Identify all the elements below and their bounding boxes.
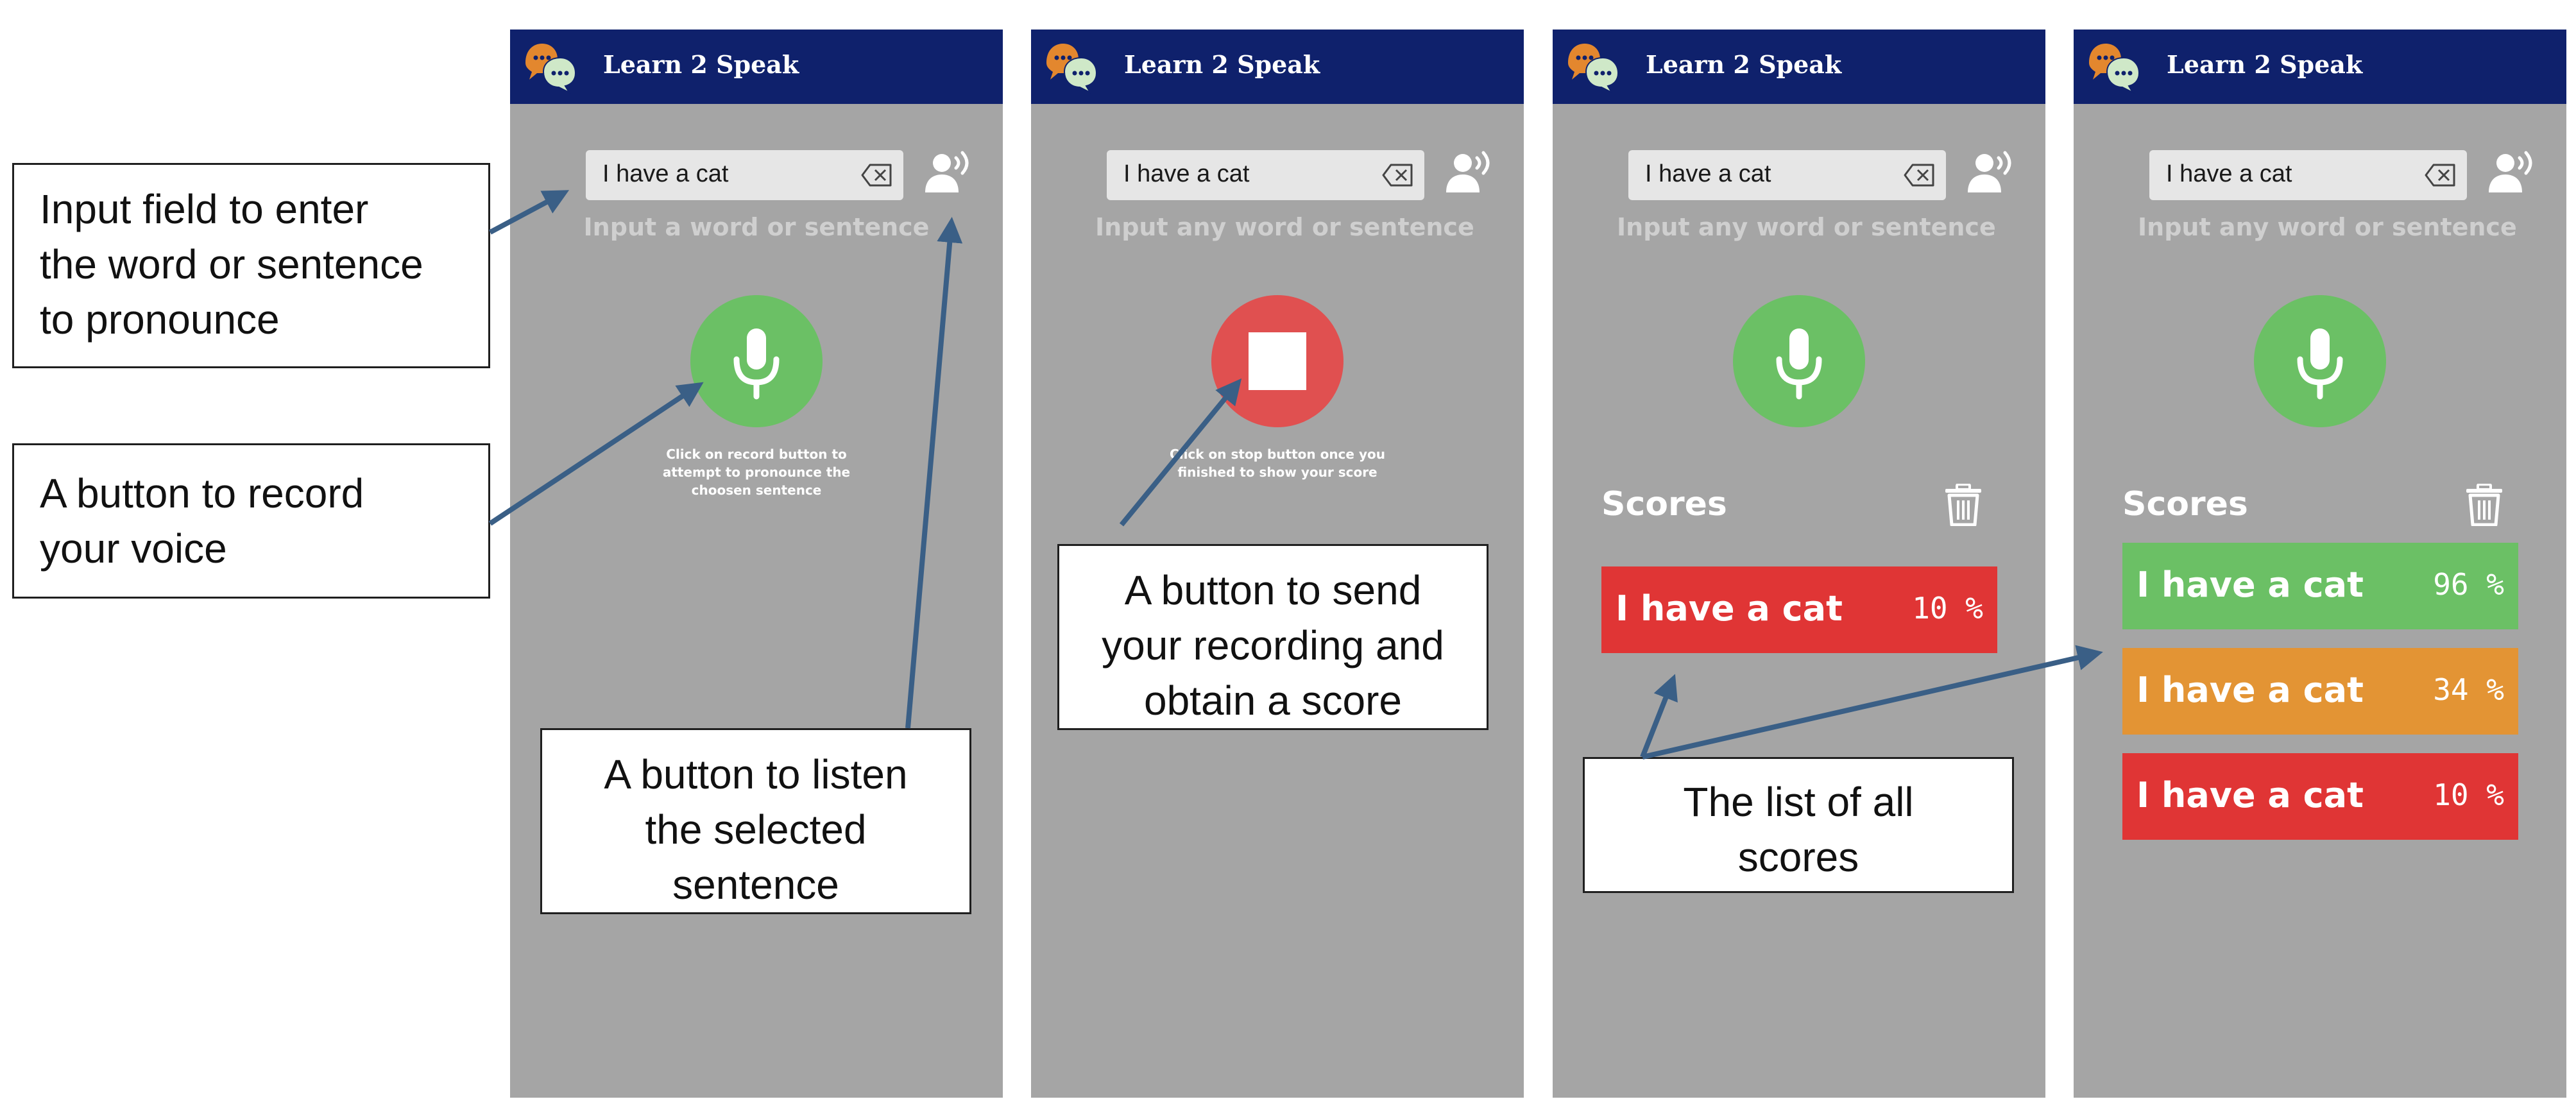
record-button[interactable] — [2254, 295, 2386, 427]
listen-speaker-icon[interactable] — [924, 150, 975, 196]
callout-line: A button to record — [40, 470, 364, 516]
score-row: I have a cat 10 % — [2122, 753, 2518, 840]
score-row: I have a cat 34 % — [2122, 648, 2518, 735]
stop-icon — [1249, 332, 1306, 390]
callout-record-button: A button to record your voice — [12, 443, 490, 599]
callout-line: The list of all — [1683, 779, 1914, 825]
input-hint: Input a word or sentence — [583, 213, 930, 241]
sentence-input-value[interactable]: I have a cat — [2166, 160, 2292, 188]
score-value: 96 % — [2433, 567, 2504, 602]
app-header: Learn 2 Speak — [2074, 30, 2566, 104]
stop-instruction: Click on stop button once you finished t… — [1170, 447, 1385, 480]
listen-speaker-icon[interactable] — [1445, 150, 1496, 196]
sentence-input-value[interactable]: I have a cat — [1645, 160, 1771, 188]
sentence-input-value[interactable]: I have a cat — [1123, 160, 1249, 188]
app-header: Learn 2 Speak — [510, 30, 1003, 104]
score-sentence: I have a cat — [2137, 670, 2364, 710]
score-sentence: I have a cat — [2137, 565, 2364, 605]
stop-button[interactable] — [1211, 295, 1343, 427]
sentence-input[interactable]: I have a cat — [2149, 150, 2467, 200]
clear-input-icon[interactable] — [2425, 163, 2457, 187]
microphone-icon — [1776, 328, 1822, 400]
record-button[interactable] — [690, 295, 823, 427]
sentence-input[interactable]: I have a cat — [1628, 150, 1946, 200]
app-title: Learn 2 Speak — [603, 50, 799, 79]
score-value: 34 % — [2433, 672, 2504, 707]
callout-score-list: The list of all scores — [1583, 757, 2014, 893]
callout-line: sentence — [672, 862, 839, 908]
callout-line: A button to send — [1124, 567, 1422, 613]
sentence-input-value[interactable]: I have a cat — [602, 160, 728, 188]
callout-listen-button: A button to listen the selected sentence — [540, 728, 971, 914]
score-row: I have a cat 10 % — [1601, 566, 1997, 653]
score-value: 10 % — [2433, 778, 2504, 812]
score-value: 10 % — [1912, 591, 1983, 626]
app-screen-score-list: Learn 2 Speak I have a cat Input any wor… — [2074, 30, 2566, 1098]
score-row: I have a cat 96 % — [2122, 543, 2518, 629]
app-title: Learn 2 Speak — [1646, 50, 1842, 79]
chat-bubbles-logo-icon — [1568, 44, 1619, 94]
microphone-icon — [2297, 328, 2343, 400]
input-hint: Input any word or sentence — [2138, 213, 2517, 241]
app-header: Learn 2 Speak — [1553, 30, 2045, 104]
callout-line: to pronounce — [40, 296, 280, 343]
microphone-icon — [733, 328, 780, 400]
callout-line: the selected — [645, 806, 867, 853]
app-title: Learn 2 Speak — [2167, 50, 2363, 79]
trash-icon[interactable] — [2465, 484, 2503, 526]
sentence-input[interactable]: I have a cat — [1107, 150, 1424, 200]
app-header: Learn 2 Speak — [1031, 30, 1524, 104]
callout-line: scores — [1737, 834, 1859, 880]
scores-title: Scores — [1601, 485, 1727, 523]
app-screen-one-score: Learn 2 Speak I have a cat Input any wor… — [1553, 30, 2045, 1098]
record-button[interactable] — [1733, 295, 1865, 427]
callout-line: your recording and — [1102, 622, 1444, 668]
input-hint: Input any word or sentence — [1095, 213, 1474, 241]
app-title: Learn 2 Speak — [1124, 50, 1320, 79]
chat-bubbles-logo-icon — [525, 44, 577, 94]
clear-input-icon[interactable] — [1904, 163, 1936, 187]
listen-speaker-icon[interactable] — [2487, 150, 2539, 196]
callout-line: your voice — [40, 525, 227, 572]
record-instruction: Click on record button to attempt to pro… — [662, 447, 851, 498]
chat-bubbles-logo-icon — [2089, 44, 2140, 94]
callout-line: A button to listen — [604, 751, 908, 797]
sentence-input[interactable]: I have a cat — [586, 150, 903, 200]
score-sentence: I have a cat — [1616, 588, 1843, 629]
clear-input-icon[interactable] — [1382, 163, 1414, 187]
callout-line: obtain a score — [1143, 677, 1403, 724]
callout-line: Input field to enter — [40, 186, 369, 232]
trash-icon[interactable] — [1944, 484, 1983, 526]
input-hint: Input any word or sentence — [1617, 213, 1996, 241]
app-screen-record: Learn 2 Speak I have a cat Input a word … — [510, 30, 1003, 1098]
scores-title: Scores — [2122, 485, 2248, 523]
listen-speaker-icon[interactable] — [1966, 150, 2018, 196]
callout-line: the word or sentence — [40, 241, 423, 287]
chat-bubbles-logo-icon — [1046, 44, 1098, 94]
callout-send-button: A button to send your recording and obta… — [1057, 544, 1488, 730]
score-sentence: I have a cat — [2137, 775, 2364, 815]
clear-input-icon[interactable] — [861, 163, 893, 187]
callout-input-field: Input field to enter the word or sentenc… — [12, 163, 490, 368]
